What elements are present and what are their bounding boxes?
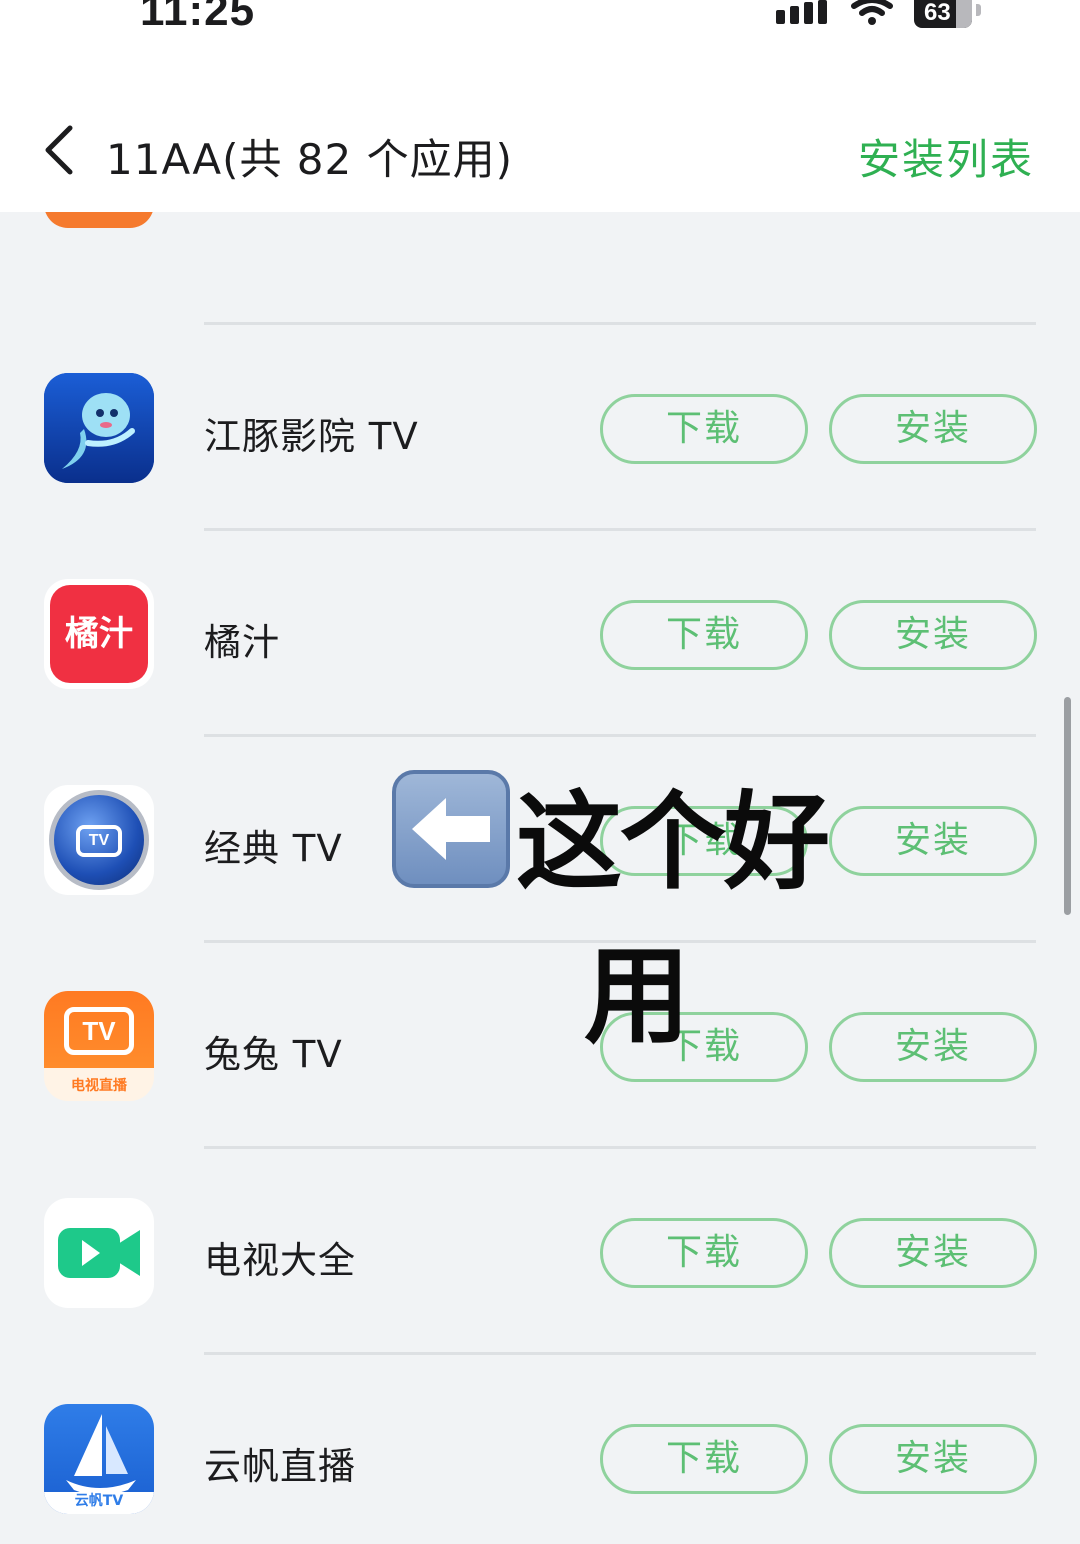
battery-tip xyxy=(976,4,981,16)
install-button[interactable]: 安装 xyxy=(829,806,1037,876)
cellular-signal-icon xyxy=(776,0,827,24)
download-button[interactable]: 下载 xyxy=(600,600,808,670)
left-arrow-emoji-icon xyxy=(392,770,510,888)
list-item: TV 电视直播 兔兔 TV 下载 安装 xyxy=(0,942,1080,1148)
left-arrow-glyph xyxy=(412,798,490,860)
list-item: 江豚影院 TV 下载 安装 xyxy=(0,324,1080,530)
app-name: 云帆直播 xyxy=(204,1445,356,1488)
juzhi-logo-text: 橘汁 xyxy=(50,585,148,683)
partial-app-icon xyxy=(44,212,154,228)
install-list-link[interactable]: 安装列表 xyxy=(858,126,1034,187)
battery-level: 63 xyxy=(924,0,951,26)
page-title: 11AA(共 82 个应用) xyxy=(106,135,513,184)
status-time: 11:25 xyxy=(140,0,256,35)
app-screen: 11:25 63 11AA(共 82 个应用) 安装列表 江豚影院 TV 下载 … xyxy=(0,0,1080,1544)
scrollbar[interactable] xyxy=(1064,697,1071,915)
app-name: 电视大全 xyxy=(204,1239,356,1282)
tutu-tv-frame: TV xyxy=(64,1007,134,1055)
video-camera-icon xyxy=(44,1198,154,1308)
install-button[interactable]: 安装 xyxy=(829,1012,1037,1082)
list-item: 云帆TV 云帆直播 下载 安装 xyxy=(0,1354,1080,1544)
dolphin-graphic xyxy=(44,373,154,483)
install-button[interactable]: 安装 xyxy=(829,600,1037,670)
dolphin-icon xyxy=(44,373,154,483)
install-button[interactable]: 安装 xyxy=(829,1424,1037,1494)
download-button[interactable]: 下载 xyxy=(600,394,808,464)
overlay-caption-line2: 用 xyxy=(584,935,690,1058)
app-name: 橘汁 xyxy=(204,621,280,664)
sailboat-icon: 云帆TV xyxy=(44,1404,154,1514)
tv-badge-text: TV xyxy=(76,825,122,857)
app-name: 经典 TV xyxy=(204,827,343,870)
status-bar: 11:25 63 xyxy=(0,0,1080,60)
list-item: 电视大全 下载 安装 xyxy=(0,1148,1080,1354)
classic-tv-icon: TV xyxy=(44,785,154,895)
install-button[interactable]: 安装 xyxy=(829,394,1037,464)
battery-fill xyxy=(956,0,972,28)
download-button[interactable]: 下载 xyxy=(600,1424,808,1494)
wifi-icon xyxy=(851,0,893,25)
video-camera-graphic xyxy=(58,1228,140,1278)
app-name: 兔兔 TV xyxy=(204,1033,343,1076)
juzhi-logo-icon: 橘汁 xyxy=(44,579,154,689)
battery-indicator: 63 xyxy=(914,0,972,28)
overlay-caption-line1: 这个好 xyxy=(516,781,830,904)
tutu-tv-icon: TV 电视直播 xyxy=(44,991,154,1101)
list-item-partial: 下载 安装 xyxy=(0,212,1080,276)
back-chevron-icon[interactable] xyxy=(40,122,80,178)
list-item: 橘汁 橘汁 下载 安装 xyxy=(0,530,1080,736)
install-button[interactable]: 安装 xyxy=(829,1218,1037,1288)
tutu-icon-subtext: 电视直播 xyxy=(71,1078,127,1094)
yunfan-icon-subtext: 云帆TV xyxy=(74,1493,124,1509)
download-button[interactable]: 下载 xyxy=(600,1218,808,1288)
nav-header: 11AA(共 82 个应用) 安装列表 xyxy=(0,60,1080,212)
app-name: 江豚影院 TV xyxy=(204,415,419,458)
